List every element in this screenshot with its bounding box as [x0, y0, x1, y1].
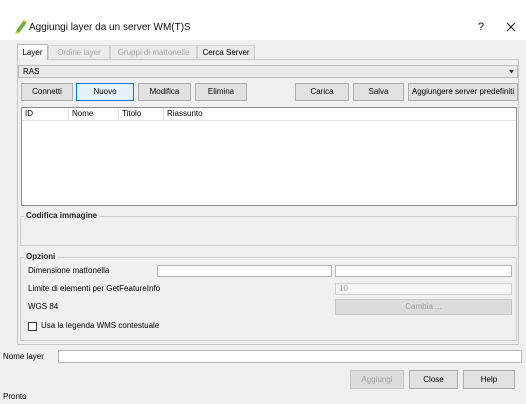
new-connection-button[interactable]: Nuovo	[76, 83, 134, 101]
contextual-legend-label[interactable]: Usa la legenda WMS contestuale	[41, 320, 159, 332]
tab-tilesets[interactable]: Gruppi di mattonelle	[110, 45, 197, 59]
change-crs-button[interactable]: Cambia ...	[335, 299, 512, 315]
add-button[interactable]: Aggiungi	[350, 370, 404, 389]
title-bar: Aggiungi layer da un server WM(T)S ?	[0, 0, 526, 40]
image-encoding-group: Codifica immagine	[20, 211, 517, 246]
layer-name-input[interactable]	[58, 350, 522, 363]
qgis-icon	[15, 20, 27, 34]
image-encoding-title: Codifica immagine	[24, 211, 100, 221]
layers-table[interactable]: ID Nome Titolo Riassunto	[21, 107, 517, 206]
help-title-button[interactable]: ?	[475, 20, 487, 34]
layers-table-header: ID Nome Titolo Riassunto	[22, 108, 516, 121]
feature-limit-label: Limite di elementi per GetFeatureInfo	[28, 284, 161, 293]
feature-limit-value: 10	[339, 284, 348, 293]
connection-selected-value: RAS	[23, 67, 40, 76]
load-connections-button[interactable]: Carica	[295, 83, 349, 101]
chevron-down-icon	[509, 70, 514, 74]
feature-limit-input[interactable]: 10	[335, 283, 512, 295]
close-button[interactable]: Close	[409, 370, 458, 389]
column-header-title[interactable]: Titolo	[119, 108, 164, 120]
options-title: Opzioni	[24, 252, 58, 262]
options-group: Opzioni Dimensione mattonella Limite di …	[20, 252, 517, 341]
tile-size-label: Dimensione mattonella	[28, 266, 110, 275]
delete-connection-button[interactable]: Elimina	[195, 83, 247, 101]
tile-height-input[interactable]	[335, 265, 512, 277]
layer-name-label: Nome layer	[3, 352, 44, 361]
tab-layer-order[interactable]: Ordine layer	[48, 45, 110, 59]
edit-connection-button[interactable]: Modifica	[138, 83, 191, 101]
connection-select[interactable]: RAS	[18, 65, 518, 78]
save-connections-button[interactable]: Salva	[353, 83, 404, 101]
tab-server-search[interactable]: Cerca Server	[197, 45, 255, 59]
column-header-id[interactable]: ID	[22, 108, 69, 120]
close-window-button[interactable]	[506, 22, 516, 32]
help-button[interactable]: Help	[463, 370, 515, 389]
connect-button[interactable]: Connetti	[21, 83, 73, 101]
layers-table-body[interactable]	[22, 121, 516, 205]
column-header-name[interactable]: Nome	[69, 108, 119, 120]
tile-width-input[interactable]	[157, 265, 332, 277]
close-icon	[506, 22, 516, 32]
crs-label: WGS 84	[28, 302, 59, 311]
status-text: Pronto	[3, 392, 27, 401]
column-header-abstract[interactable]: Riassunto	[164, 108, 244, 120]
tab-layer[interactable]: Layer	[17, 44, 48, 60]
connection-toolbar: Connetti Nuovo Modifica Elimina Carica S…	[18, 83, 518, 101]
contextual-legend-checkbox[interactable]	[28, 322, 37, 331]
tab-pane-layer: RAS Connetti Nuovo Modifica Elimina Cari…	[17, 59, 519, 345]
add-default-servers-button[interactable]: Aggiungere server predefiniti	[408, 83, 518, 101]
tab-bar: Layer Ordine layer Gruppi di mattonelle …	[17, 44, 257, 60]
window-title: Aggiungi layer da un server WM(T)S	[29, 22, 191, 33]
